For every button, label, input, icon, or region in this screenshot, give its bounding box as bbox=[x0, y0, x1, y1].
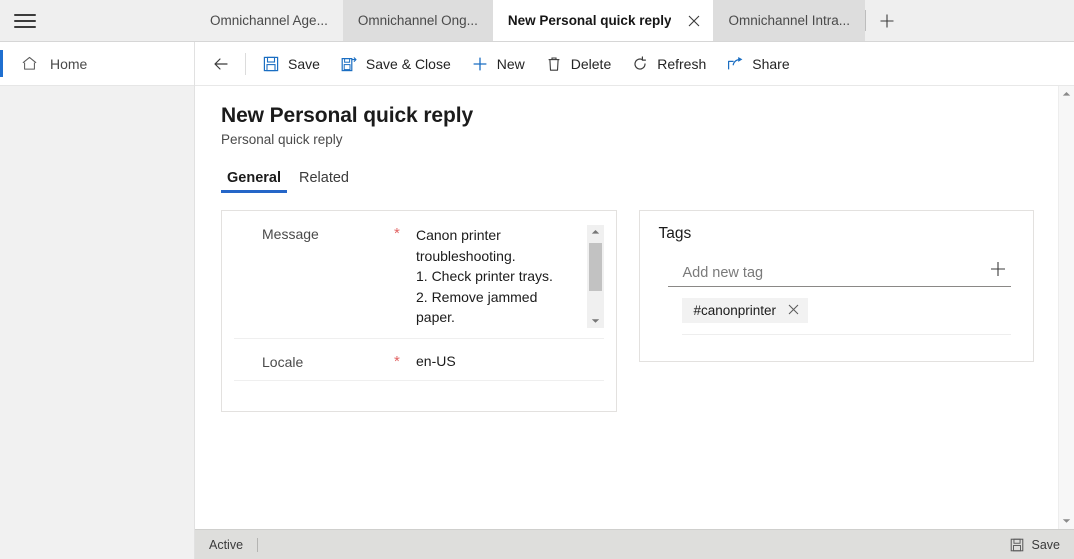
tag-chip[interactable]: #canonprinter bbox=[682, 298, 809, 323]
browser-tab-strip: Omnichannel Age... Omnichannel Ong... Ne… bbox=[0, 0, 1074, 42]
status-badge: Active bbox=[209, 537, 244, 552]
browser-tab-4-label: Omnichannel Intra... bbox=[728, 13, 851, 28]
body-split: Home Save Save & Close New Delete Refres… bbox=[0, 42, 1074, 529]
browser-tab-1-label: Omnichannel Age... bbox=[210, 13, 328, 28]
app-window: Omnichannel Age... Omnichannel Ong... Ne… bbox=[0, 0, 1074, 559]
share-button[interactable]: Share bbox=[716, 46, 799, 82]
tab-related[interactable]: Related bbox=[293, 168, 355, 193]
locale-field-value[interactable]: en-US bbox=[416, 353, 604, 369]
arrow-left-icon[interactable] bbox=[203, 46, 239, 82]
hamburger-icon[interactable] bbox=[14, 12, 36, 30]
form-tab-list: General Related bbox=[221, 168, 1034, 193]
delete-button[interactable]: Delete bbox=[535, 46, 621, 82]
sidebar: Home bbox=[0, 42, 195, 529]
tags-card: Tags #ca bbox=[639, 210, 1034, 362]
status-bar-save-label: Save bbox=[1031, 537, 1061, 552]
content-wrap: New Personal quick reply Personal quick … bbox=[195, 86, 1074, 529]
message-scrollbar-track[interactable] bbox=[587, 239, 604, 314]
trash-icon bbox=[545, 55, 563, 73]
save-button[interactable]: Save bbox=[252, 46, 330, 82]
form-cards-row: Message * Canon printer troubleshooting.… bbox=[221, 210, 1034, 412]
status-bar: Active Save bbox=[195, 529, 1074, 559]
close-icon[interactable] bbox=[788, 303, 799, 318]
locale-required-marker: * bbox=[394, 352, 400, 370]
save-and-close-button[interactable]: Save & Close bbox=[330, 46, 461, 82]
status-bar-save-button[interactable]: Save bbox=[1005, 537, 1065, 553]
message-field-value-wrap: Canon printer troubleshooting. 1. Check … bbox=[416, 225, 605, 328]
save-button-label: Save bbox=[288, 55, 320, 72]
tab-strip-empty-area bbox=[908, 0, 1074, 41]
message-textarea[interactable]: Canon printer troubleshooting. 1. Check … bbox=[416, 225, 605, 328]
add-new-tag-input[interactable] bbox=[682, 265, 985, 281]
refresh-icon bbox=[631, 55, 649, 73]
browser-tab-2[interactable]: Omnichannel Ong... bbox=[342, 0, 493, 41]
message-scrollbar[interactable] bbox=[587, 225, 605, 328]
new-button[interactable]: New bbox=[461, 46, 535, 82]
message-field-value: Canon printer troubleshooting. 1. Check … bbox=[416, 227, 553, 326]
locale-field-label: Locale bbox=[262, 353, 304, 370]
close-icon[interactable] bbox=[683, 10, 705, 32]
selection-accent-bar bbox=[0, 50, 3, 77]
general-fields-card: Message * Canon printer troubleshooting.… bbox=[221, 210, 618, 412]
chevron-down-icon[interactable] bbox=[1059, 513, 1074, 529]
tab-related-label: Related bbox=[299, 170, 349, 186]
chevron-up-icon[interactable] bbox=[1059, 86, 1074, 102]
tag-chip-list: #canonprinter bbox=[682, 298, 1011, 335]
delete-button-label: Delete bbox=[570, 55, 612, 72]
tag-input-row bbox=[668, 257, 1011, 287]
status-bar-divider bbox=[257, 537, 259, 552]
tag-chip-label: #canonprinter bbox=[693, 303, 777, 318]
share-button-label: Share bbox=[752, 55, 790, 72]
browser-tab-3-label: New Personal quick reply bbox=[507, 13, 672, 28]
command-bar: Save Save & Close New Delete Refresh Sha… bbox=[195, 42, 1074, 86]
tab-general-label: General bbox=[227, 170, 281, 186]
refresh-button[interactable]: Refresh bbox=[621, 46, 716, 82]
refresh-button-label: Refresh bbox=[657, 55, 707, 72]
save-and-close-button-label: Save & Close bbox=[365, 55, 451, 72]
sidebar-item-home-label: Home bbox=[50, 55, 88, 72]
chevron-up-icon[interactable] bbox=[587, 225, 604, 239]
menu-zone bbox=[0, 0, 195, 41]
tab-list: Omnichannel Age... Omnichannel Ong... Ne… bbox=[195, 0, 1074, 41]
record-form: New Personal quick reply Personal quick … bbox=[195, 86, 1058, 529]
save-icon bbox=[262, 55, 280, 73]
field-row-message: Message * Canon printer troubleshooting.… bbox=[234, 211, 605, 339]
plus-icon bbox=[471, 55, 489, 73]
share-icon bbox=[726, 55, 744, 73]
new-button-label: New bbox=[496, 55, 525, 72]
save-and-close-icon bbox=[340, 55, 358, 73]
page-title: New Personal quick reply bbox=[221, 104, 474, 127]
main-column: Save Save & Close New Delete Refresh Sha… bbox=[195, 42, 1074, 529]
browser-tab-1[interactable]: Omnichannel Age... bbox=[195, 0, 343, 41]
new-tab-plus-icon[interactable] bbox=[866, 0, 909, 41]
message-scrollbar-thumb[interactable] bbox=[589, 243, 603, 291]
browser-tab-4[interactable]: Omnichannel Intra... bbox=[713, 0, 866, 41]
home-icon bbox=[18, 55, 40, 72]
status-bar-left-filler bbox=[0, 529, 195, 559]
command-bar-divider bbox=[245, 52, 246, 75]
chevron-down-icon[interactable] bbox=[587, 314, 604, 328]
page-scrollbar[interactable] bbox=[1058, 86, 1074, 529]
message-field-label: Message bbox=[262, 226, 319, 242]
tags-heading: Tags bbox=[658, 225, 692, 242]
field-row-locale: Locale * en-US bbox=[234, 339, 605, 381]
save-icon bbox=[1009, 537, 1025, 553]
tab-general[interactable]: General bbox=[221, 168, 287, 193]
browser-tab-3-active[interactable]: New Personal quick reply bbox=[492, 0, 714, 41]
status-bar-row: Active Save bbox=[0, 529, 1074, 559]
message-required-marker: * bbox=[394, 225, 400, 242]
browser-tab-2-label: Omnichannel Ong... bbox=[357, 13, 478, 28]
page-subtitle: Personal quick reply bbox=[221, 132, 343, 147]
add-tag-plus-icon[interactable] bbox=[985, 257, 1011, 281]
sidebar-item-home[interactable]: Home bbox=[0, 42, 194, 86]
